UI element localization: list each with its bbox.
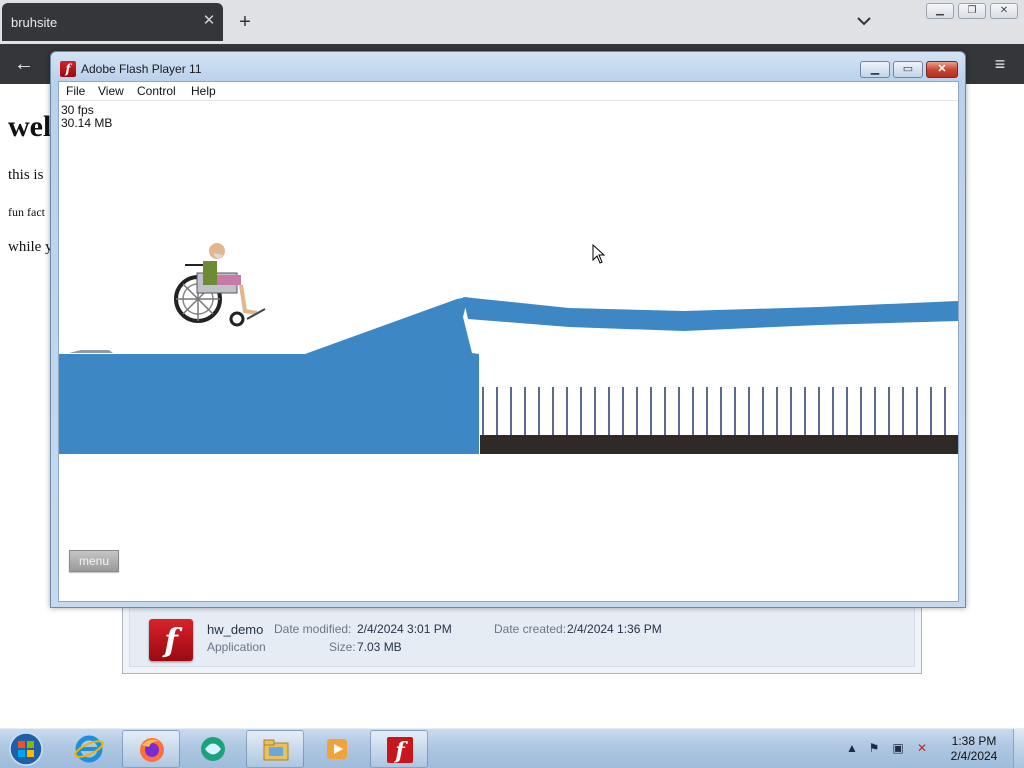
browser-restore-button[interactable]: ❐ bbox=[958, 3, 986, 19]
flash-player-icon: f bbox=[387, 737, 413, 764]
taskbar-file-explorer[interactable] bbox=[246, 730, 304, 768]
taskbar-firefox[interactable] bbox=[122, 730, 180, 768]
file-type: Application bbox=[207, 640, 266, 654]
volume-muted-icon[interactable]: ✕ bbox=[914, 740, 930, 756]
flash-file-icon: f bbox=[149, 619, 193, 661]
browser-minimize-button[interactable]: ▁ bbox=[926, 3, 954, 19]
page-paragraph-3: while y bbox=[8, 239, 53, 255]
close-icon: ✕ bbox=[937, 63, 947, 75]
size-value: 7.03 MB bbox=[357, 640, 402, 654]
game-menu-button[interactable]: menu bbox=[69, 550, 119, 572]
windows-orb-icon bbox=[9, 732, 43, 766]
date-created-label: Date created: bbox=[494, 622, 567, 636]
network-icon[interactable]: ▣ bbox=[890, 740, 906, 756]
windows-taskbar: f ▲ ⚑ ▣ ✕ 1:38 PM 2/4/2024 bbox=[0, 728, 1024, 768]
new-tab-button[interactable]: + bbox=[234, 11, 256, 33]
taskbar-media-player[interactable] bbox=[308, 730, 366, 768]
game-scene bbox=[59, 243, 958, 454]
page-paragraph-1: this is bbox=[8, 167, 44, 183]
flash-player-icon: f bbox=[60, 61, 76, 77]
browser-close-button[interactable]: ✕ bbox=[990, 3, 1018, 19]
spike-base bbox=[480, 435, 958, 454]
app-icon bbox=[201, 737, 225, 761]
menu-file[interactable]: File bbox=[66, 84, 85, 98]
flash-minimize-button[interactable]: ▁ bbox=[860, 61, 890, 78]
menu-control[interactable]: Control bbox=[137, 84, 176, 98]
browser-tab-strip: bruhsite ✕ + ▁ ❐ ✕ bbox=[0, 0, 1024, 44]
taskbar-internet-explorer[interactable] bbox=[60, 730, 118, 768]
internet-explorer-icon bbox=[74, 735, 104, 763]
firefox-icon bbox=[140, 738, 164, 762]
date-modified-value: 2/4/2024 3:01 PM bbox=[357, 622, 452, 636]
details-panel bbox=[129, 607, 915, 667]
show-desktop-button[interactable] bbox=[1013, 729, 1024, 768]
clock-date: 2/4/2024 bbox=[950, 749, 998, 763]
close-icon: ✕ bbox=[999, 5, 1009, 16]
minimize-icon: ▁ bbox=[870, 63, 880, 75]
flash-player-window: f Adobe Flash Player 11 ▁ ▭ ✕ File View … bbox=[50, 51, 966, 608]
flash-maximize-button[interactable]: ▭ bbox=[893, 61, 923, 78]
game-stage[interactable]: 30 fps 30.14 MB menu bbox=[59, 101, 958, 601]
taskbar-flash-player[interactable]: f bbox=[370, 730, 428, 768]
ground-debris bbox=[69, 350, 113, 353]
menu-help[interactable]: Help bbox=[191, 84, 216, 98]
size-label: Size: bbox=[329, 640, 356, 654]
browser-tab[interactable]: bruhsite ✕ bbox=[2, 3, 223, 41]
maximize-icon: ▭ bbox=[902, 63, 914, 75]
start-button[interactable] bbox=[6, 730, 46, 768]
tab-search-chevron-icon[interactable] bbox=[854, 11, 874, 31]
file-details-pane: f hw_demo Application Date modified: 2/4… bbox=[122, 600, 922, 674]
spike-row bbox=[482, 387, 946, 435]
menu-view[interactable]: View bbox=[98, 84, 124, 98]
action-center-flag-icon[interactable]: ⚑ bbox=[866, 740, 882, 756]
performance-stats: 30 fps 30.14 MB bbox=[61, 104, 112, 130]
minimize-icon: ▁ bbox=[936, 5, 944, 16]
tab-title: bruhsite bbox=[11, 15, 58, 30]
date-modified-label: Date modified: bbox=[274, 622, 352, 636]
bridge-rail bbox=[463, 297, 958, 331]
date-created-value: 2/4/2024 1:36 PM bbox=[567, 622, 662, 636]
page-heading: wel bbox=[8, 110, 52, 143]
page-paragraph-2: fun fact bbox=[8, 205, 45, 219]
clock-time: 1:38 PM bbox=[951, 734, 997, 748]
flash-client-area: File View Control Help 30 fps 30.14 MB m… bbox=[58, 81, 959, 602]
back-button[interactable]: ← bbox=[12, 52, 36, 76]
flash-menu-bar: File View Control Help bbox=[59, 82, 958, 101]
mouse-cursor-icon bbox=[592, 244, 606, 264]
browser-menu-button[interactable]: ≡ bbox=[988, 52, 1012, 76]
restore-icon: ❐ bbox=[967, 5, 977, 16]
file-explorer-icon bbox=[263, 739, 289, 761]
taskbar-app[interactable] bbox=[184, 730, 242, 768]
memory-counter: 30.14 MB bbox=[61, 116, 113, 130]
flash-close-button[interactable]: ✕ bbox=[926, 61, 958, 78]
wheelchair-character bbox=[174, 243, 266, 327]
ground-block bbox=[59, 297, 479, 454]
window-title: Adobe Flash Player 11 bbox=[81, 62, 202, 76]
show-hidden-icons-icon[interactable]: ▲ bbox=[844, 740, 860, 756]
media-player-icon bbox=[327, 739, 347, 759]
file-name: hw_demo bbox=[207, 622, 264, 637]
tab-close-icon[interactable]: ✕ bbox=[201, 13, 217, 29]
clock[interactable]: 1:38 PM 2/4/2024 bbox=[938, 734, 1010, 764]
